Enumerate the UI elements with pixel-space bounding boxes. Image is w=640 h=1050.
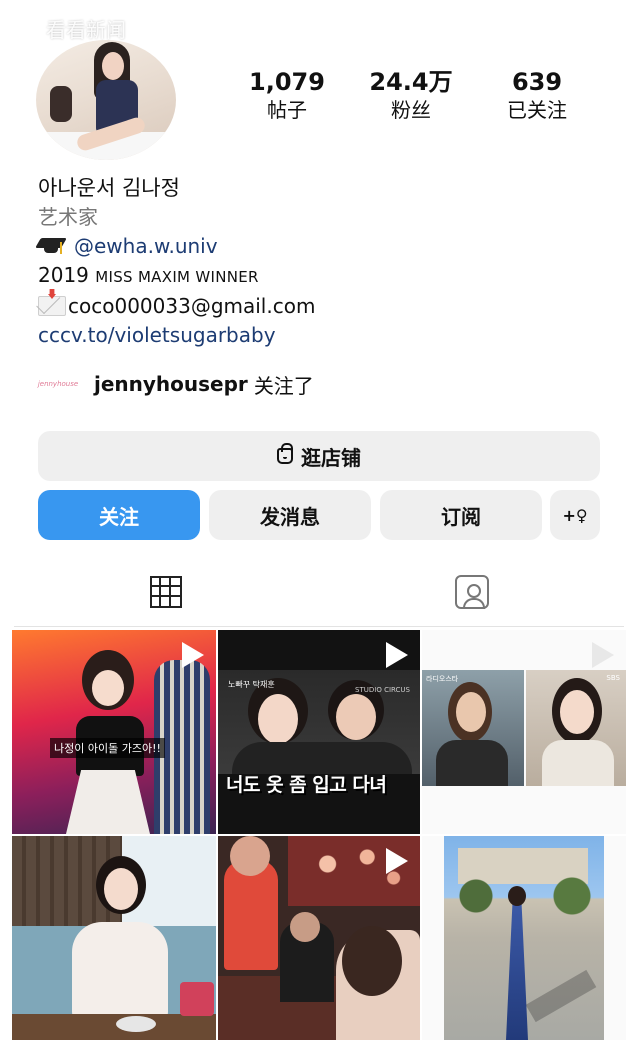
add-person-button[interactable]: +♀ [550, 490, 600, 540]
bio-line-email: coco000033@gmail.com [38, 289, 315, 321]
grid-icon [150, 576, 182, 608]
followed-suffix: 关注了 [253, 373, 314, 398]
follow-button[interactable]: 关注 [38, 490, 200, 540]
shop-button-label: 逛店铺 [301, 445, 361, 470]
tabs-divider [14, 626, 624, 627]
shopping-bag-icon [277, 443, 293, 464]
award-year: 2019 [38, 263, 96, 287]
reel-play-icon [386, 848, 408, 874]
incoming-envelope-icon [38, 289, 66, 316]
message-button[interactable]: 发消息 [209, 490, 371, 540]
post-thumbnail-2[interactable]: 노빠꾸 탁재훈 STUDIO CIRCUS 너도 옷 좀 입고 다녀 [218, 630, 420, 834]
bio-line-award: 2019 MISS MAXIM WINNER [38, 261, 315, 292]
reel-play-icon [182, 642, 204, 668]
tab-posts-grid[interactable] [146, 572, 186, 612]
email-address[interactable]: coco000033@gmail.com [68, 294, 315, 318]
kankan-logo-icon [14, 12, 40, 44]
stat-posts[interactable]: 1,079 帖子 [232, 68, 342, 124]
post-3-network: SBS [606, 674, 620, 682]
subscribe-button[interactable]: 订阅 [380, 490, 542, 540]
profile-bio: 아나운서 김나정 艺术家 @ewha.w.univ 2019 MISS MAXI… [35, 174, 315, 350]
profile-category: 艺术家 [38, 205, 98, 229]
following-count: 639 [511, 68, 563, 96]
post-thumbnail-3[interactable]: 라디오스타 SBS [422, 630, 626, 834]
following-label: 已关注 [507, 98, 567, 122]
post-thumbnail-5[interactable] [218, 836, 420, 1040]
reel-play-icon [592, 642, 614, 668]
post-2-show-logo: 노빠꾸 탁재훈 [228, 680, 275, 689]
followers-count: 24.4万 [369, 68, 453, 96]
subscribe-button-label: 订阅 [441, 504, 481, 529]
post-1-caption: 나정이 아이돌 가즈아!! [50, 738, 165, 758]
tab-tagged[interactable] [452, 572, 492, 612]
follow-button-label: 关注 [99, 504, 139, 529]
posts-count: 1,079 [249, 68, 325, 96]
bio-line-school: @ewha.w.univ [35, 232, 315, 261]
follower-username: jennyhousepr [94, 372, 248, 396]
profile-avatar[interactable] [36, 40, 176, 160]
watermark-text: 看看新闻 [46, 17, 126, 42]
post-thumbnail-6[interactable] [422, 836, 626, 1040]
stat-following[interactable]: 639 已关注 [482, 68, 592, 124]
followed-by-row[interactable]: jennyhouse jennyhousepr 关注了 [38, 368, 314, 400]
posts-label: 帖子 [267, 98, 307, 122]
external-link[interactable]: cccv.to/violetsugarbaby [38, 321, 315, 350]
award-title: MISS MAXIM WINNER [95, 268, 259, 286]
post-thumbnail-1[interactable]: 나정이 아이돌 가즈아!! [12, 630, 216, 834]
display-name: 아나운서 김나정 [38, 176, 180, 200]
add-person-icon: +♀ [562, 505, 588, 525]
watermark: 看看新闻 [14, 12, 126, 44]
post-2-studio: STUDIO CIRCUS [355, 686, 410, 694]
reel-play-icon [386, 642, 408, 668]
followers-label: 粉丝 [391, 98, 431, 122]
post-3-show-tag: 라디오스타 [426, 675, 459, 683]
school-handle-link[interactable]: @ewha.w.univ [74, 234, 218, 258]
graduation-cap-icon [35, 234, 67, 256]
message-button-label: 发消息 [260, 504, 320, 529]
shop-button[interactable]: 逛店铺 [38, 431, 600, 481]
post-thumbnail-4[interactable] [12, 836, 216, 1040]
stat-followers[interactable]: 24.4万 粉丝 [356, 68, 466, 124]
tagged-person-icon [455, 575, 489, 609]
follower-avatar: jennyhouse [38, 368, 78, 400]
post-2-title: 너도 옷 좀 입고 다녀 [226, 774, 387, 796]
